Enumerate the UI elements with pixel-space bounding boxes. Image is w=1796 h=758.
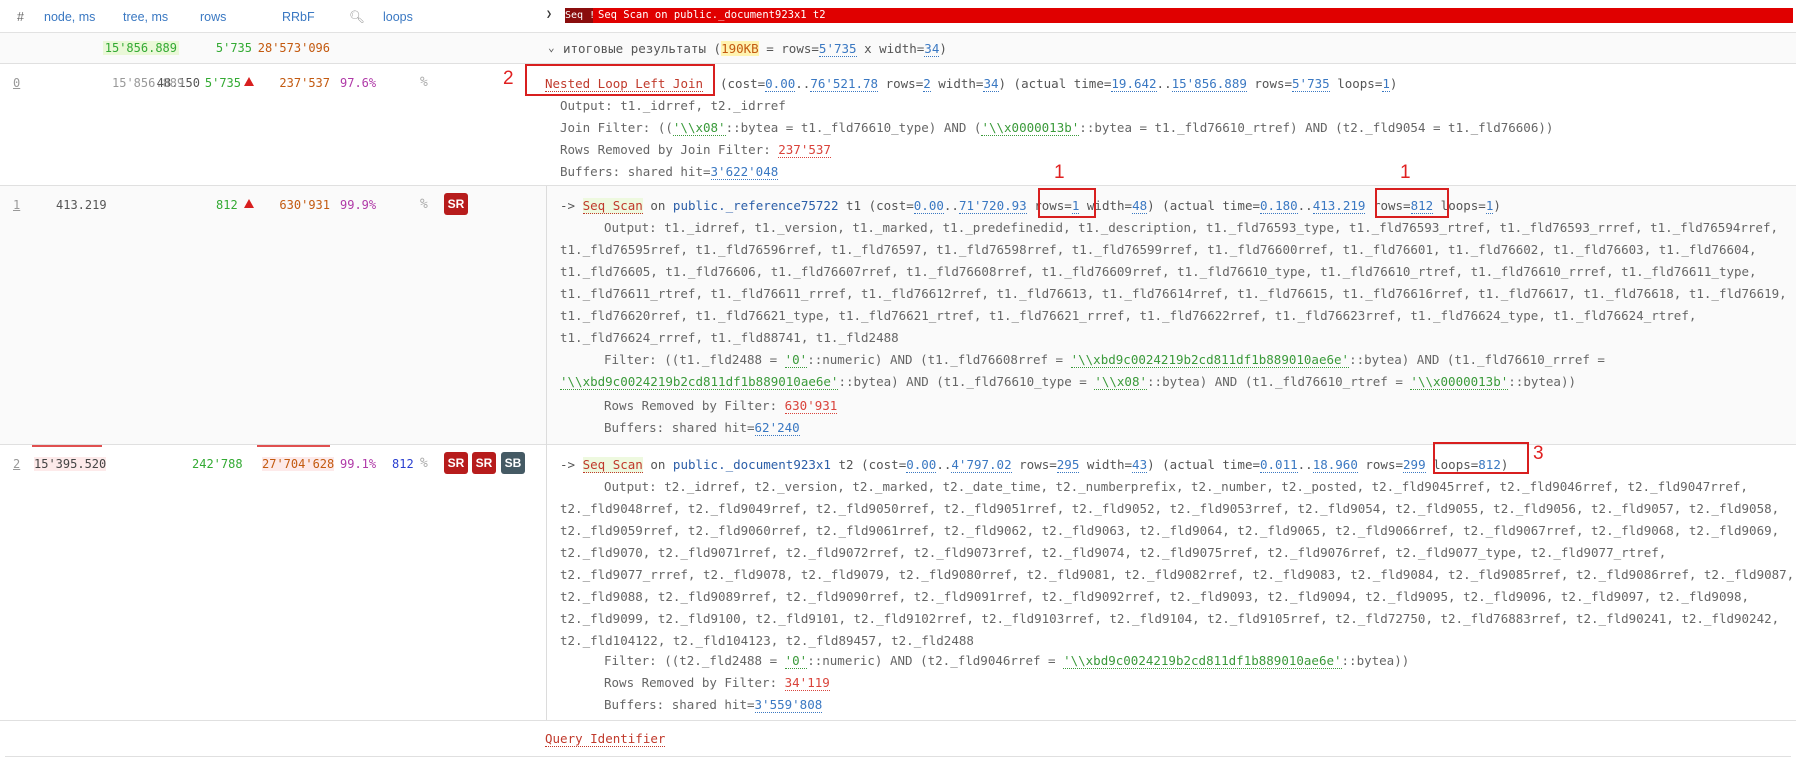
- node-buffers: Buffers: shared hit=3'622'048: [560, 164, 779, 180]
- node-rows-removed: Rows Removed by Join Filter: 237'537: [560, 142, 831, 158]
- search-icon[interactable]: 🔍︎: [349, 10, 365, 25]
- rrbf-value: 27'704'628: [262, 457, 335, 471]
- shared-buffer-badge[interactable]: SB: [501, 452, 525, 474]
- annotation-box-1a: [1038, 188, 1096, 218]
- percent-icon: %: [420, 75, 428, 90]
- node-tab-short[interactable]: Seq !: [565, 8, 595, 23]
- footer-row: Query Identifier: [0, 721, 1796, 758]
- col-tree-ms[interactable]: tree, ms: [123, 10, 168, 24]
- plan-node-2[interactable]: 2 15'395.520 242'788 27'704'628 99.1% 81…: [0, 445, 1796, 720]
- col-rrbf[interactable]: RRbF: [282, 10, 315, 24]
- plan-node-0[interactable]: 0 48.150 15'856.889 5'735 237'537 97.6% …: [0, 64, 1796, 185]
- node-filter: Filter: ((t2._fld2488 = '0'::numeric) AN…: [604, 653, 1410, 669]
- col-loops[interactable]: loops: [383, 10, 413, 24]
- annotation-2: 2: [503, 68, 514, 89]
- node-index[interactable]: 0: [13, 76, 20, 90]
- query-identifier-link[interactable]: Query Identifier: [545, 731, 666, 747]
- total-rrbf: 28'573'096: [257, 41, 330, 55]
- chevron-down-icon[interactable]: ❯: [546, 9, 552, 20]
- annotation-1a: 1: [1054, 162, 1065, 183]
- table-header: # node, ms tree, ms rows RRbF 🔍︎ loops ❯…: [0, 0, 1796, 33]
- totals-expression: итоговые результаты (190KB = rows=5'735 …: [563, 41, 947, 57]
- annotation-1b: 1: [1400, 162, 1411, 183]
- rows-warning-icon: [244, 77, 254, 86]
- annotation-box-2: [525, 64, 715, 96]
- loops-value: 812: [392, 457, 414, 471]
- node-output: Output: t2._idrref, t2._version, t2._mar…: [560, 479, 1795, 648]
- node-rows-removed: Rows Removed by Filter: 630'931: [604, 398, 838, 414]
- node-buffers: Buffers: shared hit=3'559'808: [604, 697, 823, 713]
- tree-ms: 15'856.889: [112, 76, 185, 90]
- total-tree-ms: 15'856.889: [102, 41, 179, 55]
- node-filter: Filter: ((t1._fld2488 = '0'::numeric) AN…: [560, 352, 1605, 390]
- seq-read-badge[interactable]: SR: [472, 452, 496, 474]
- node-output: Output: t1._idrref, t1._version, t1._mar…: [560, 220, 1787, 345]
- node-index[interactable]: 1: [13, 198, 20, 212]
- node-output: Output: t1._idrref, t2._idrref: [560, 98, 786, 113]
- plan-node-1[interactable]: 1 413.219 812 630'931 99.9% % SR -> Seq …: [0, 186, 1796, 444]
- node-ms: 413.219: [56, 198, 107, 212]
- seq-read-badge[interactable]: SR: [444, 452, 468, 474]
- totals-row: 15'856.889 5'735 28'573'096 ⌄ итоговые р…: [0, 33, 1796, 63]
- node-tab-bar[interactable]: Seq ! Seq Scan on public._document923x1 …: [565, 8, 1793, 23]
- rrbf-value: 630'931: [279, 198, 330, 212]
- node-index[interactable]: 2: [13, 457, 20, 471]
- col-index: #: [17, 10, 24, 24]
- node-scan-line: -> Seq Scan on public._document923x1 t2 …: [560, 457, 1509, 473]
- percent-value: 97.6%: [340, 76, 377, 90]
- percent-value: 99.1%: [340, 457, 377, 471]
- node-join-filter: Join Filter: (('\\x08'::bytea = t1._fld7…: [560, 120, 1554, 136]
- annotation-box-1b: [1375, 188, 1449, 218]
- rows-value: 812: [216, 198, 238, 212]
- total-rows: 5'735: [215, 41, 252, 55]
- rows-value: 242'788: [192, 457, 243, 471]
- col-rows[interactable]: rows: [200, 10, 226, 24]
- annotation-3: 3: [1533, 443, 1544, 464]
- rows-value: 5'735: [204, 76, 241, 90]
- percent-value: 99.9%: [340, 198, 377, 212]
- rows-warning-icon: [244, 199, 254, 208]
- chevron-down-icon[interactable]: ⌄: [548, 41, 555, 54]
- node-tab-title: Seq Scan on public._document923x1 t2: [598, 9, 826, 21]
- col-node-ms[interactable]: node, ms: [44, 10, 95, 24]
- node-scan-line: -> Seq Scan on public._reference75722 t1…: [560, 198, 1501, 214]
- percent-icon: %: [420, 456, 428, 471]
- node-rows-removed: Rows Removed by Filter: 34'119: [604, 675, 830, 691]
- seq-read-badge[interactable]: SR: [444, 193, 468, 215]
- node-buffers: Buffers: shared hit=62'240: [604, 420, 800, 436]
- rrbf-value: 237'537: [279, 76, 330, 90]
- percent-icon: %: [420, 197, 428, 212]
- node-ms: 15'395.520: [34, 457, 107, 471]
- annotation-box-3: [1433, 442, 1529, 474]
- node-cost-line: (cost=0.00..76'521.78 rows=2 width=34) (…: [720, 76, 1398, 92]
